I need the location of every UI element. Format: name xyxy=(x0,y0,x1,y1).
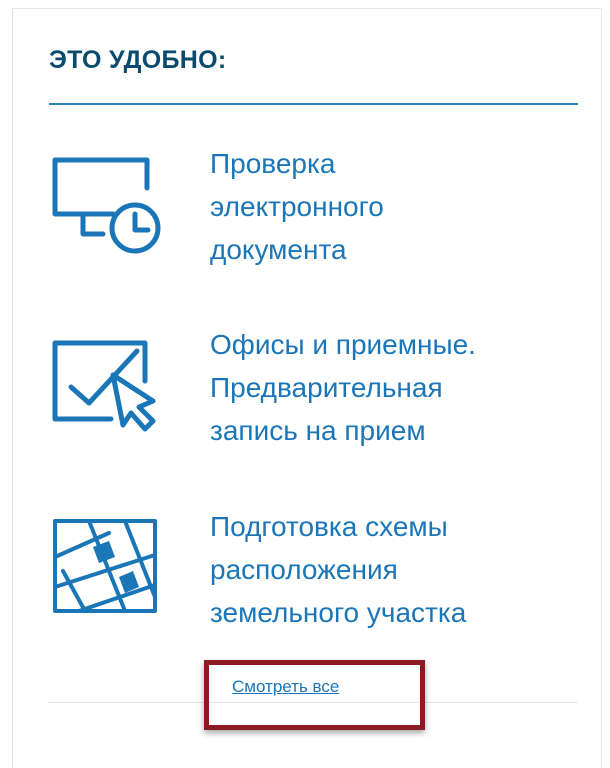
land-plot-grid-icon xyxy=(49,517,169,617)
panel-heading: ЭТО УДОБНО: xyxy=(49,46,227,74)
footer-divider xyxy=(49,702,578,703)
heading-divider xyxy=(49,103,578,105)
see-all-link[interactable]: Смотреть все xyxy=(232,677,339,697)
monitor-clock-icon xyxy=(49,154,169,254)
service-label: Проверка электронного документа xyxy=(210,148,384,265)
checkmark-cursor-icon xyxy=(49,337,169,437)
service-label: Подготовка схемы расположения земельного… xyxy=(210,511,467,628)
service-label: Офисы и приемные. Предварительная запись… xyxy=(210,329,476,446)
